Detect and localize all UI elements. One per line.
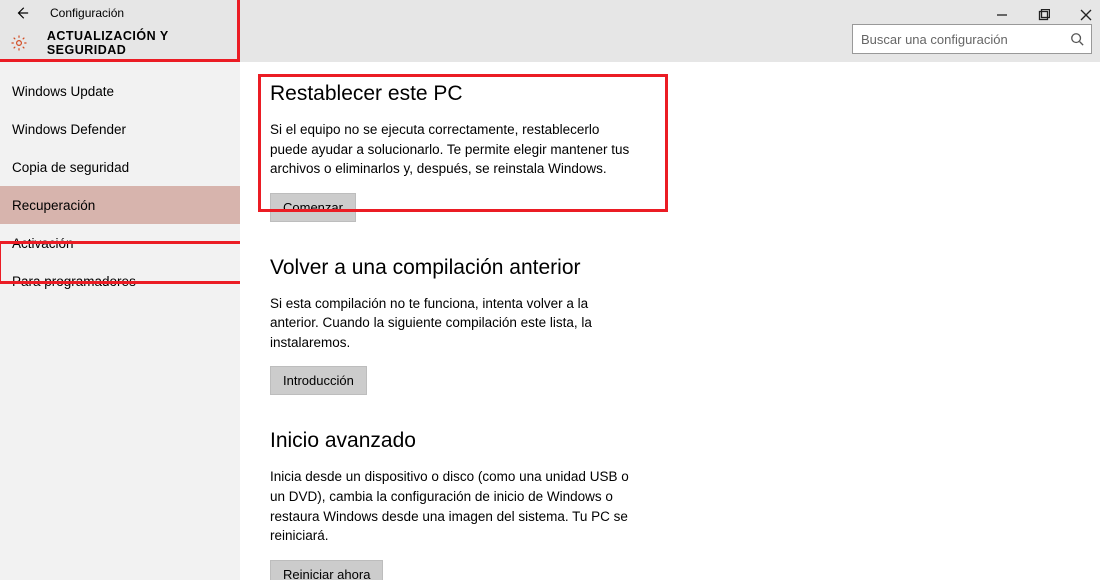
settings-window: Configuración ACTUALIZACIÓN Y SEGURIDAD <box>0 0 1100 580</box>
sidebar-item-recovery[interactable]: Recuperación <box>0 186 240 224</box>
sidebar-item-label: Recuperación <box>12 198 95 213</box>
sidebar-item-windows-update[interactable]: Windows Update <box>0 72 240 110</box>
section-advanced-startup: Inicio avanzado Inicia desde un disposit… <box>270 429 640 580</box>
gear-icon <box>10 33 29 53</box>
sidebar-item-backup[interactable]: Copia de seguridad <box>0 148 240 186</box>
sidebar-item-label: Windows Defender <box>12 122 126 137</box>
previous-build-button[interactable]: Introducción <box>270 366 367 395</box>
section-title: Volver a una compilación anterior <box>270 256 640 280</box>
sidebar-item-developers[interactable]: Para programadores <box>0 262 240 300</box>
sidebar-item-windows-defender[interactable]: Windows Defender <box>0 110 240 148</box>
section-reset-pc: Restablecer este PC Si el equipo no se e… <box>270 82 640 222</box>
section-desc: Si el equipo no se ejecuta correctamente… <box>270 120 640 179</box>
app-title: Configuración <box>50 6 124 20</box>
sidebar: Windows Update Windows Defender Copia de… <box>0 62 240 580</box>
reset-start-button[interactable]: Comenzar <box>270 193 356 222</box>
titlebar: Configuración ACTUALIZACIÓN Y SEGURIDAD <box>0 0 1100 62</box>
section-desc: Si esta compilación no te funciona, inte… <box>270 294 640 353</box>
restart-now-button[interactable]: Reiniciar ahora <box>270 560 383 580</box>
search-icon <box>1063 25 1091 53</box>
section-title: Restablecer este PC <box>270 82 640 106</box>
body: Windows Update Windows Defender Copia de… <box>0 62 1100 580</box>
sidebar-item-activation[interactable]: Activación <box>0 224 240 262</box>
sidebar-item-label: Windows Update <box>12 84 114 99</box>
sidebar-item-label: Copia de seguridad <box>12 160 129 175</box>
search-input[interactable] <box>853 32 1063 47</box>
titlebar-left: Configuración ACTUALIZACIÓN Y SEGURIDAD <box>0 0 240 62</box>
section-previous-build: Volver a una compilación anterior Si est… <box>270 256 640 396</box>
maximize-button[interactable] <box>1034 5 1054 25</box>
close-button[interactable] <box>1076 5 1096 25</box>
section-title: ACTUALIZACIÓN Y SEGURIDAD <box>47 29 240 57</box>
minimize-button[interactable] <box>992 5 1012 25</box>
back-button[interactable] <box>12 3 32 23</box>
sidebar-item-label: Para programadores <box>12 274 136 289</box>
content: Restablecer este PC Si el equipo no se e… <box>240 62 1100 580</box>
sidebar-item-label: Activación <box>12 236 74 251</box>
section-desc: Inicia desde un dispositivo o disco (com… <box>270 467 640 545</box>
section-title: Inicio avanzado <box>270 429 640 453</box>
search-box[interactable] <box>852 24 1092 54</box>
